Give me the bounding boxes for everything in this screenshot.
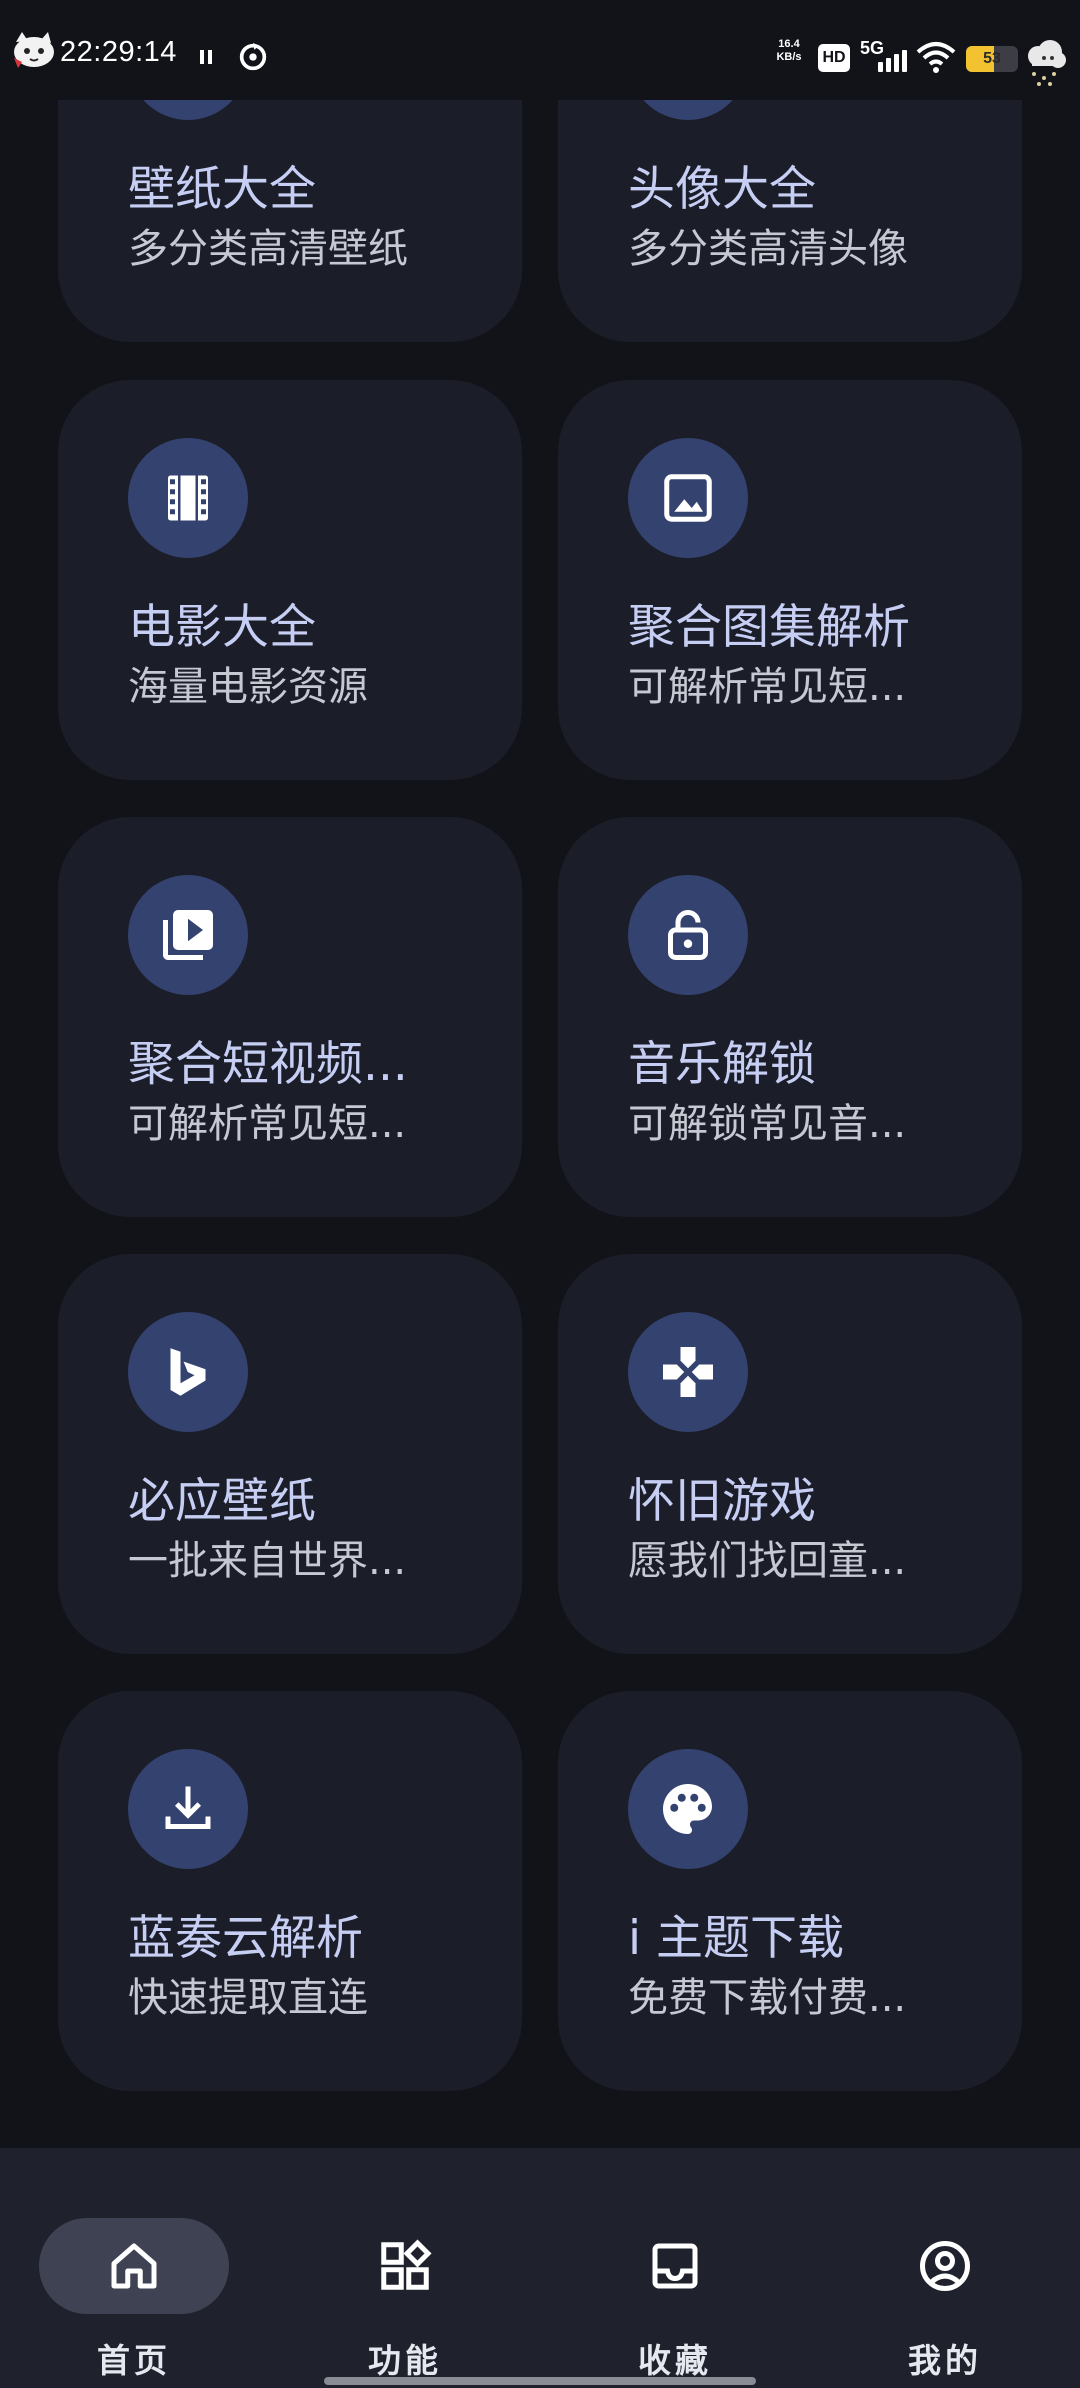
card-image-parser[interactable]: 聚合图集解析 可解析常见短... (558, 380, 1022, 780)
nav-item-features[interactable]: 功能 (310, 2184, 500, 2380)
inbox-icon (652, 2243, 698, 2289)
unlock-icon-container (628, 875, 748, 995)
card-music-unlock[interactable]: 音乐解锁 可解锁常见音... (558, 817, 1022, 1217)
download-icon (165, 1786, 211, 1829)
card-subtitle: 可解析常见短... (128, 1101, 407, 1147)
card-subtitle: 一批来自世界... (128, 1538, 407, 1584)
card-title: i 主题下载 (628, 1911, 844, 1966)
card-title: 音乐解锁 (628, 1037, 816, 1092)
network-speed: 16.4 KB/s (772, 38, 806, 64)
weather-icon (1028, 40, 1066, 86)
video-library-icon (163, 910, 213, 960)
mascot-icon (14, 32, 54, 68)
card-theme-download[interactable]: i 主题下载 免费下载付费... (558, 1691, 1022, 2091)
wifi-icon (916, 42, 956, 73)
battery-level: 53 (983, 50, 1001, 67)
card-title: 聚合短视频... (128, 1037, 408, 1092)
nav-label: 收藏 (638, 2341, 712, 2380)
image-icon (664, 474, 712, 522)
hd-badge: HD (818, 44, 850, 72)
card-title: 聚合图集解析 (628, 600, 910, 655)
nav-item-favorites[interactable]: 收藏 (580, 2184, 770, 2380)
card-title: 蓝奏云解析 (128, 1911, 363, 1966)
home-indicator[interactable] (324, 2377, 756, 2385)
nav-item-home[interactable]: 首页 (39, 2184, 229, 2380)
palette-icon-container (628, 1749, 748, 1869)
gamepad-icon (663, 1347, 713, 1397)
nav-item-profile[interactable]: 我的 (850, 2184, 1040, 2380)
film-icon (168, 475, 208, 521)
apps-icon (381, 2239, 432, 2290)
card-title: 电影大全 (128, 600, 316, 655)
card-subtitle: 免费下载付费... (628, 1975, 907, 2021)
video-library-icon-container (128, 875, 248, 995)
card-title: 壁纸大全 (128, 162, 316, 217)
status-bar: 22:29:14 16.4 KB/s HD 5G 53 (0, 0, 1080, 100)
account-icon (920, 2241, 970, 2291)
nav-label: 我的 (908, 2341, 982, 2380)
card-title: 怀旧游戏 (628, 1474, 816, 1529)
card-subtitle: 快速提取直连 (128, 1975, 368, 2021)
nav-label: 首页 (97, 2341, 171, 2380)
network-speed-unit: KB/s (776, 51, 802, 63)
feature-grid: 壁纸大全 多分类高清壁纸 头像大全 多分类高清头像 电影大全 海量电影资源 聚合… (0, 0, 1080, 2150)
download-icon-container (128, 1749, 248, 1869)
card-bing-wallpaper[interactable]: 必应壁纸 一批来自世界... (58, 1254, 522, 1654)
film-icon-container (128, 438, 248, 558)
nav-label: 功能 (368, 2341, 442, 2380)
card-title: 头像大全 (628, 162, 816, 217)
card-title: 必应壁纸 (128, 1474, 316, 1529)
bing-icon (170, 1348, 206, 1396)
card-movies[interactable]: 电影大全 海量电影资源 (58, 380, 522, 780)
card-subtitle: 海量电影资源 (128, 664, 368, 710)
unlock-icon (668, 910, 708, 960)
card-subtitle: 可解锁常见音... (628, 1101, 907, 1147)
card-subtitle: 多分类高清壁纸 (128, 226, 408, 272)
card-short-video[interactable]: 聚合短视频... 可解析常见短... (58, 817, 522, 1217)
card-lanzou-parser[interactable]: 蓝奏云解析 快速提取直连 (58, 1691, 522, 2091)
signal-icon: 5G (860, 38, 908, 76)
pause-icon (200, 50, 212, 64)
bottom-navigation: 首页 功能 收藏 我的 (0, 2148, 1080, 2388)
palette-icon (663, 1784, 712, 1834)
sync-icon (239, 42, 267, 71)
card-retro-games[interactable]: 怀旧游戏 愿我们找回童... (558, 1254, 1022, 1654)
home-icon (111, 2243, 157, 2289)
gamepad-icon-container (628, 1312, 748, 1432)
clock: 22:29:14 (60, 36, 177, 68)
network-type: 5G (860, 38, 885, 58)
battery-icon: 53 (966, 46, 1018, 72)
card-subtitle: 愿我们找回童... (628, 1538, 907, 1584)
image-icon-container (628, 438, 748, 558)
bing-icon-container (128, 1312, 248, 1432)
card-subtitle: 多分类高清头像 (628, 226, 908, 272)
network-speed-value: 16.4 (778, 38, 800, 50)
card-subtitle: 可解析常见短... (628, 664, 907, 710)
